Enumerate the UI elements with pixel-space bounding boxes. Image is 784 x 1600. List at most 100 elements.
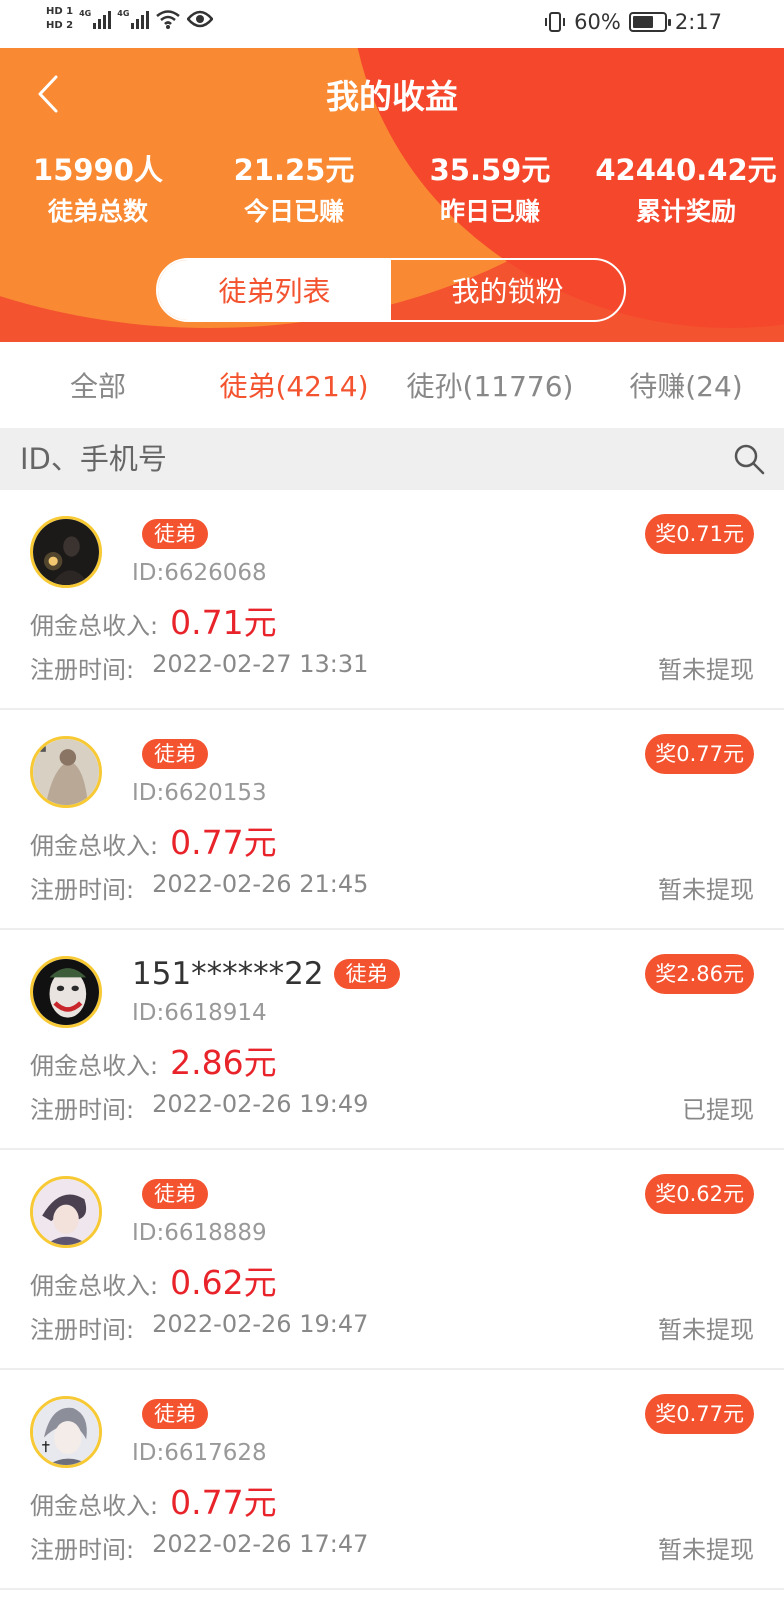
list-item[interactable]: 151******22 徒弟 奖2.86元 ID:6618914 佣金总收入: … bbox=[0, 930, 784, 1150]
role-badge: 徒弟 bbox=[142, 739, 208, 769]
stat-value: 35.59元 bbox=[429, 153, 551, 187]
status-right: 60% 2:17 bbox=[544, 10, 722, 34]
income-value: 0.77元 bbox=[170, 823, 277, 862]
income-label: 佣金总收入: bbox=[30, 832, 159, 860]
tab-pending[interactable]: 待赚(24) bbox=[588, 342, 784, 428]
register-row: 注册时间: 2022-02-26 19:49 bbox=[30, 1090, 368, 1125]
list-item[interactable]: 徒弟 奖0.71元 ID:6626068 佣金总收入: 0.71元 注册时间: … bbox=[0, 490, 784, 710]
page-title: 我的收益 bbox=[326, 77, 458, 116]
register-time: 2022-02-26 19:49 bbox=[152, 1090, 369, 1118]
income-label: 佣金总收入: bbox=[30, 1272, 159, 1300]
stat-yesterday-earned: 35.59元 昨日已赚 bbox=[392, 150, 588, 232]
avatar bbox=[30, 516, 102, 588]
signal-icon: 4G bbox=[117, 9, 150, 29]
income-value: 2.86元 bbox=[170, 1043, 277, 1082]
apprentice-list: 徒弟 奖0.71元 ID:6626068 佣金总收入: 0.71元 注册时间: … bbox=[0, 490, 784, 1590]
member-id: ID:6618889 bbox=[132, 1220, 267, 1246]
income-row: 佣金总收入: 0.71元 bbox=[30, 596, 277, 644]
register-time: 2022-02-27 13:31 bbox=[152, 650, 369, 678]
reward-badge: 奖0.62元 bbox=[645, 1174, 754, 1214]
register-row: 注册时间: 2022-02-27 13:31 bbox=[30, 650, 368, 685]
withdraw-status: 暂未提现 bbox=[658, 1536, 754, 1564]
stat-label: 累计奖励 bbox=[635, 197, 736, 226]
wifi-icon bbox=[156, 10, 181, 29]
battery-icon bbox=[628, 12, 671, 32]
register-label: 注册时间: bbox=[30, 876, 135, 904]
member-phone: 151******22 bbox=[132, 956, 324, 992]
stat-label: 昨日已赚 bbox=[439, 197, 540, 226]
avatar bbox=[30, 736, 102, 808]
item-header: 徒弟 bbox=[132, 1174, 208, 1214]
search-bar[interactable]: ID、手机号 bbox=[0, 428, 784, 490]
tab-grand-apprentice[interactable]: 徒孙(11776) bbox=[392, 342, 588, 428]
stat-today-earned: 21.25元 今日已赚 bbox=[196, 150, 392, 232]
income-value: 0.71元 bbox=[170, 603, 277, 642]
tab-apprentice[interactable]: 徒弟(4214) bbox=[196, 342, 392, 428]
stat-label: 徒弟总数 bbox=[47, 197, 148, 226]
search-icon[interactable] bbox=[732, 442, 766, 476]
earnings-header: 我的收益 15990人 徒弟总数 21.25元 今日已赚 35.59元 昨日已赚… bbox=[0, 48, 784, 342]
member-id: ID:6618914 bbox=[132, 1000, 267, 1026]
vibrate-icon bbox=[545, 12, 566, 32]
segment-locked-fans[interactable]: 我的锁粉 bbox=[391, 260, 624, 320]
segment-control: 徒弟列表 我的锁粉 bbox=[156, 258, 626, 322]
register-time: 2022-02-26 17:47 bbox=[152, 1530, 369, 1558]
signal-icon: 4G bbox=[79, 9, 112, 29]
register-label: 注册时间: bbox=[30, 1096, 135, 1124]
withdraw-status: 暂未提现 bbox=[658, 656, 754, 684]
stat-value: 21.25元 bbox=[233, 153, 355, 187]
stats-row: 15990人 徒弟总数 21.25元 今日已赚 35.59元 昨日已赚 4244… bbox=[0, 150, 784, 232]
income-label: 佣金总收入: bbox=[30, 612, 159, 640]
avatar bbox=[30, 956, 102, 1028]
clock: 2:17 bbox=[674, 10, 722, 34]
role-badge: 徒弟 bbox=[142, 1179, 208, 1209]
role-badge: 徒弟 bbox=[333, 959, 400, 989]
register-time: 2022-02-26 19:47 bbox=[152, 1310, 369, 1338]
register-row: 注册时间: 2022-02-26 21:45 bbox=[30, 870, 368, 905]
register-time: 2022-02-26 21:45 bbox=[152, 870, 369, 898]
stat-total-apprentices: 15990人 徒弟总数 bbox=[0, 150, 196, 232]
item-header: 徒弟 bbox=[132, 514, 208, 554]
register-label: 注册时间: bbox=[30, 1536, 135, 1564]
eye-icon bbox=[187, 10, 214, 28]
avatar bbox=[30, 1176, 102, 1248]
withdraw-status: 暂未提现 bbox=[658, 1316, 754, 1344]
income-label: 佣金总收入: bbox=[30, 1052, 159, 1080]
hd2-label: HD 2 bbox=[46, 20, 74, 31]
income-value: 0.62元 bbox=[170, 1263, 277, 1302]
list-item[interactable]: 徒弟 奖0.62元 ID:6618889 佣金总收入: 0.62元 注册时间: … bbox=[0, 1150, 784, 1370]
item-header: 徒弟 bbox=[132, 734, 208, 774]
stat-total-reward: 42440.42元 累计奖励 bbox=[588, 150, 784, 232]
reward-badge: 奖0.77元 bbox=[645, 734, 754, 774]
avatar bbox=[30, 1396, 102, 1468]
withdraw-status: 暂未提现 bbox=[658, 876, 754, 904]
list-item[interactable]: 徒弟 奖0.77元 ID:6617628 佣金总收入: 0.77元 注册时间: … bbox=[0, 1370, 784, 1590]
hd1-label: HD 1 bbox=[46, 6, 74, 17]
battery-percent: 60% bbox=[574, 10, 621, 34]
reward-badge: 奖2.86元 bbox=[645, 954, 754, 994]
member-id: ID:6617628 bbox=[132, 1440, 267, 1466]
income-value: 0.77元 bbox=[170, 1483, 277, 1522]
search-input[interactable]: ID、手机号 bbox=[20, 428, 167, 490]
hd-indicator: HD 1 HD 2 bbox=[46, 6, 73, 32]
network-type-1: 4G bbox=[79, 9, 92, 18]
status-bar: HD 1 HD 2 4G 4G 60% 2:17 bbox=[0, 0, 784, 48]
list-item[interactable]: 徒弟 奖0.77元 ID:6620153 佣金总收入: 0.77元 注册时间: … bbox=[0, 710, 784, 930]
role-badge: 徒弟 bbox=[142, 1399, 208, 1429]
stat-value: 42440.42元 bbox=[595, 153, 777, 187]
income-row: 佣金总收入: 2.86元 bbox=[30, 1036, 277, 1084]
item-header: 徒弟 bbox=[132, 1394, 208, 1434]
member-id: ID:6620153 bbox=[132, 780, 267, 806]
register-label: 注册时间: bbox=[30, 1316, 135, 1344]
stat-label: 今日已赚 bbox=[243, 197, 344, 226]
tab-all[interactable]: 全部 bbox=[0, 342, 196, 428]
segment-apprentice-list[interactable]: 徒弟列表 bbox=[158, 260, 391, 320]
register-row: 注册时间: 2022-02-26 17:47 bbox=[30, 1530, 368, 1565]
network-type-2: 4G bbox=[117, 9, 130, 18]
income-row: 佣金总收入: 0.77元 bbox=[30, 816, 277, 864]
withdraw-status: 已提现 bbox=[682, 1096, 754, 1124]
status-left: HD 1 HD 2 4G 4G bbox=[46, 6, 214, 32]
income-label: 佣金总收入: bbox=[30, 1492, 159, 1520]
register-label: 注册时间: bbox=[30, 656, 135, 684]
reward-badge: 奖0.77元 bbox=[645, 1394, 754, 1434]
